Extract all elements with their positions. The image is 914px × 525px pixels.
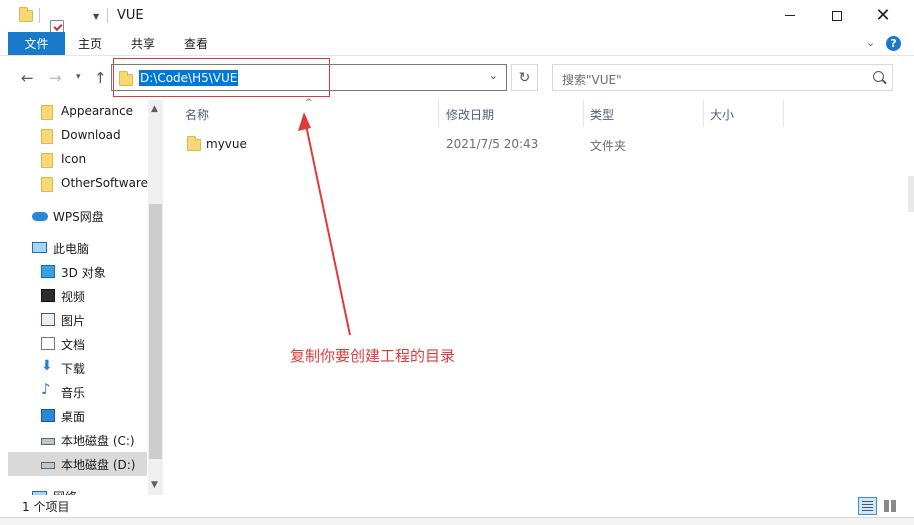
annotation-arrow	[298, 112, 351, 336]
large-icons-view-icon[interactable]	[882, 498, 898, 514]
details-view-icon[interactable]	[858, 497, 877, 515]
annotation-text: 复制你要创建工程的目录	[290, 347, 456, 365]
taskbar-edge	[0, 517, 914, 525]
background-window	[908, 176, 914, 212]
item-count: 1 个项目	[22, 500, 70, 514]
status-bar: 1 个项目	[0, 495, 914, 517]
